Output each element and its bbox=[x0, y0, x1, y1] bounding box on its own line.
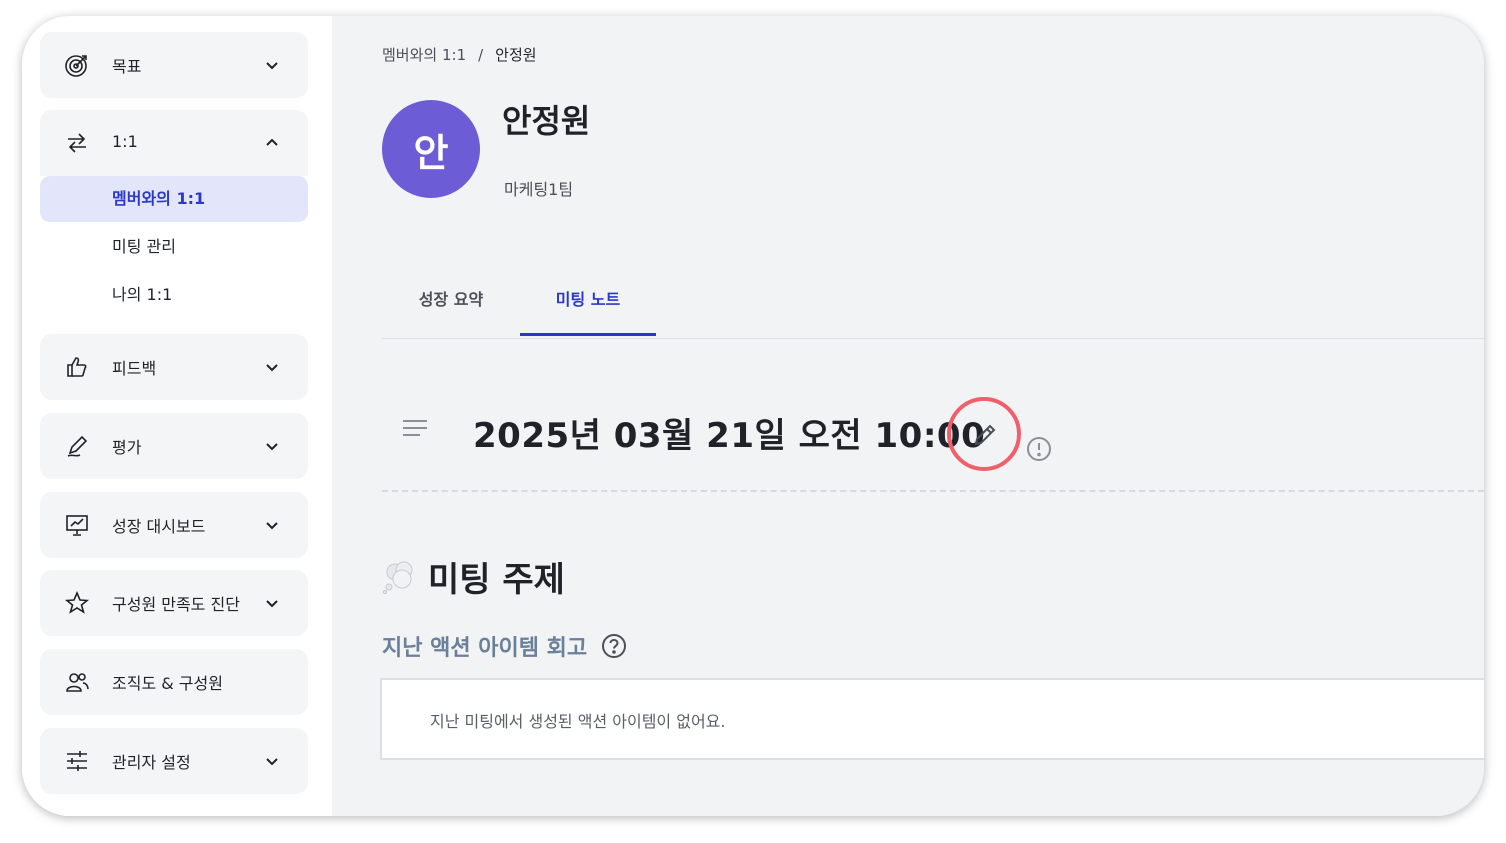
sliders-icon bbox=[67, 751, 87, 771]
chevron-down-icon[interactable] bbox=[264, 438, 280, 454]
chevron-up-icon[interactable] bbox=[264, 135, 280, 151]
sidebar-item-growth-dashboard[interactable]: 성장 대시보드 bbox=[40, 492, 308, 558]
breadcrumb-parent[interactable]: 멤버와의 1:1 bbox=[382, 46, 466, 64]
tab-growth-summary[interactable]: 성장 요약 bbox=[382, 266, 520, 336]
breadcrumb-current: 안정원 bbox=[495, 46, 537, 64]
avatar: 안 bbox=[382, 100, 480, 198]
edit-highlight-circle bbox=[947, 397, 1021, 471]
chevron-down-icon[interactable] bbox=[264, 595, 280, 611]
sidebar-item-label: 성장 대시보드 bbox=[112, 517, 206, 536]
sidebar-item-goal[interactable]: 목표 bbox=[40, 32, 308, 98]
thumbs-up-icon bbox=[67, 357, 87, 377]
sidebar: 목표 1:1 멤버와의 1:1 미팅 관리 나의 1:1 피드백 평가 성장 대… bbox=[22, 16, 332, 816]
sidebar-item-evaluation[interactable]: 평가 bbox=[40, 413, 308, 479]
team-label: 마케팅1팀 bbox=[504, 180, 574, 199]
pen-icon bbox=[67, 435, 88, 457]
sidebar-item-label: 구성원 만족도 진단 bbox=[112, 595, 240, 614]
action-items-empty-state: 지난 미팅에서 생성된 액션 아이템이 없어요. bbox=[380, 678, 1484, 760]
help-circle-icon[interactable] bbox=[601, 633, 627, 659]
sidebar-item-label: 관리자 설정 bbox=[112, 753, 191, 772]
page-title: 안정원 bbox=[502, 102, 591, 140]
sidebar-subitem-my-one-on-one[interactable]: 나의 1:1 bbox=[40, 272, 308, 318]
review-heading-text: 지난 액션 아이템 회고 bbox=[382, 636, 588, 661]
chevron-down-icon[interactable] bbox=[264, 517, 280, 533]
sidebar-item-label: 피드백 bbox=[112, 359, 157, 378]
alert-circle-icon[interactable] bbox=[1026, 436, 1052, 462]
meeting-note-title: 2025년 03월 21일 오전 10:00 bbox=[473, 416, 986, 456]
swap-arrows-icon bbox=[68, 133, 86, 153]
sidebar-group-one-on-one: 1:1 멤버와의 1:1 미팅 관리 나의 1:1 bbox=[40, 110, 308, 316]
chevron-down-icon[interactable] bbox=[264, 359, 280, 375]
tab-meeting-notes[interactable]: 미팅 노트 bbox=[520, 266, 656, 336]
review-heading: 지난 액션 아이템 회고 bbox=[382, 630, 627, 662]
main-content: 멤버와의 1:1 / 안정원 안 안정원 마케팅1팀 성장 요약 미팅 노트 202… bbox=[332, 16, 1484, 816]
sidebar-item-label: 평가 bbox=[112, 438, 142, 457]
topic-heading-text: 미팅 주제 bbox=[428, 560, 565, 600]
sidebar-item-label: 1:1 bbox=[112, 132, 138, 151]
sidebar-item-label: 목표 bbox=[112, 57, 142, 76]
thought-bubble-icon bbox=[382, 561, 413, 594]
meeting-note-header: 2025년 03월 21일 오전 10:00 bbox=[382, 394, 1484, 492]
sidebar-subitem-member-one-on-one[interactable]: 멤버와의 1:1 bbox=[40, 176, 308, 222]
topic-heading: 미팅 주제 bbox=[382, 552, 565, 601]
app-window: 목표 1:1 멤버와의 1:1 미팅 관리 나의 1:1 피드백 평가 성장 대… bbox=[22, 16, 1484, 816]
sidebar-subitem-meeting-management[interactable]: 미팅 관리 bbox=[40, 224, 308, 270]
presentation-chart-icon bbox=[66, 515, 88, 536]
sidebar-item-satisfaction[interactable]: 구성원 만족도 진단 bbox=[40, 570, 308, 636]
breadcrumb-separator: / bbox=[478, 46, 484, 64]
pencil-icon[interactable] bbox=[972, 422, 998, 448]
target-icon bbox=[65, 55, 87, 77]
chevron-down-icon[interactable] bbox=[264, 57, 280, 73]
users-icon bbox=[66, 673, 89, 692]
menu-lines-icon[interactable] bbox=[402, 418, 428, 438]
star-icon bbox=[64, 590, 90, 614]
chevron-down-icon[interactable] bbox=[264, 753, 280, 769]
tab-bar: 성장 요약 미팅 노트 bbox=[382, 266, 1484, 339]
breadcrumb: 멤버와의 1:1 / 안정원 bbox=[382, 44, 537, 65]
sidebar-item-one-on-one[interactable]: 1:1 bbox=[40, 110, 308, 176]
sidebar-item-org-chart[interactable]: 조직도 & 구성원 bbox=[40, 649, 308, 715]
empty-message: 지난 미팅에서 생성된 액션 아이템이 없어요. bbox=[430, 712, 726, 731]
sidebar-item-label: 조직도 & 구성원 bbox=[112, 674, 223, 693]
sidebar-item-admin-settings[interactable]: 관리자 설정 bbox=[40, 728, 308, 794]
sidebar-item-feedback[interactable]: 피드백 bbox=[40, 334, 308, 400]
